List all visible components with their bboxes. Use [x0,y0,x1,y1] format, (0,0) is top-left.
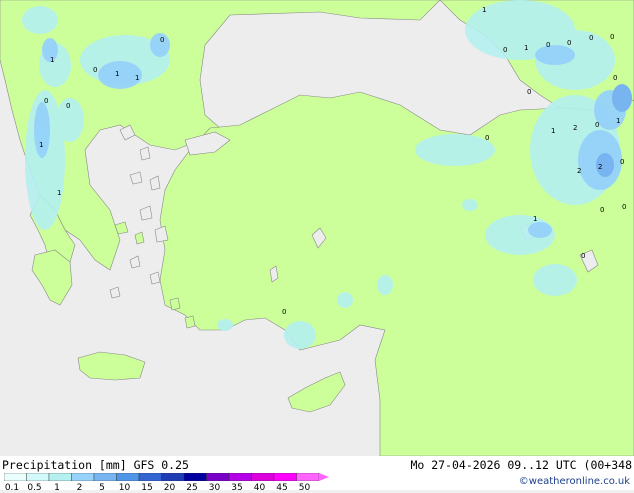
scale-tick-label: 15 [141,483,153,493]
map-value: 0 [485,134,489,142]
map-value: 2 [573,124,577,132]
map-value: 2 [577,167,581,175]
scale-tick-label: 25 [186,483,198,493]
color-scale-bar [4,473,329,481]
map-value: 0 [546,41,550,49]
map-value: 0 [620,158,624,166]
map-value: 1 [50,56,54,64]
scale-swatch [26,473,50,481]
map-value: 0 [93,66,97,74]
map-value: 0 [282,308,286,316]
scale-swatch [116,473,140,481]
map-value: 0 [527,88,531,96]
map-value: 1 [551,127,555,135]
scale-tick-label: 2 [76,483,83,493]
valid-time: Mo 27-04-2026 09..12 UTC (00+348 [410,458,632,472]
map-footer: Precipitation [mm] GFS 0.25 Mo 27-04-202… [0,456,634,493]
map-value: 1 [524,44,528,52]
scale-tick-label: 5 [99,483,105,493]
scale-swatch [138,473,162,481]
scale-swatch [206,473,230,481]
map-value: 1 [39,141,43,149]
scale-tick-label: 30 [208,483,221,493]
map-value: 1 [135,74,139,82]
map-value: 0 [567,39,571,47]
map-value: 0 [44,97,48,105]
map-value: 0 [595,121,599,129]
scale-swatch [4,473,27,481]
scale-tick-label: 1 [54,483,60,493]
scale-arrow [319,473,329,481]
map-value: 0 [581,252,585,260]
scale-tick-label: 40 [253,483,266,493]
scale-swatch [48,473,72,481]
map-value: 0 [589,34,593,42]
map-value: 0 [622,203,626,211]
scale-tick-label: 45 [276,483,288,493]
scale-swatch [296,473,320,481]
precipitation-map: 1 1 0 1 1 0 0 1 1 0 1 0 0 0 0 0 0 1 2 0 … [0,0,634,456]
scale-swatch [71,473,95,481]
scale-swatch [183,473,207,481]
product-title: Precipitation [mm] GFS 0.25 [2,458,189,472]
scale-swatch [93,473,117,481]
scale-tick-label: 35 [231,483,243,493]
scale-tick-label: 0.1 [4,483,20,493]
scale-swatch [228,473,252,481]
map-value: 2 [598,163,602,171]
scale-tick-label: 20 [163,483,176,493]
scale-swatch [273,473,297,481]
map-value: 0 [160,36,164,44]
map-value: 1 [616,117,620,125]
scale-swatch [161,473,185,481]
model-name: GFS 0.25 [133,458,189,472]
map-value: 0 [600,206,604,214]
map-canvas: 1 1 0 1 1 0 0 1 1 0 1 0 0 0 0 0 0 1 2 0 … [0,0,634,456]
scale-tick-label: 0.5 [27,483,42,493]
map-value: 0 [610,33,614,41]
map-value: 1 [482,6,486,14]
scale-swatch [251,473,275,481]
product-name: Precipitation [mm] [2,458,127,472]
credit-text: ©weatheronline.co.uk [518,476,630,487]
map-value: 1 [115,70,119,78]
scale-tick-label: 10 [118,483,131,493]
map-value: 1 [57,189,61,197]
map-value: 0 [503,46,507,54]
scale-tick-label: 50 [298,483,311,493]
map-value: 0 [613,74,617,82]
map-value: 0 [66,102,70,110]
map-value: 1 [533,215,537,223]
